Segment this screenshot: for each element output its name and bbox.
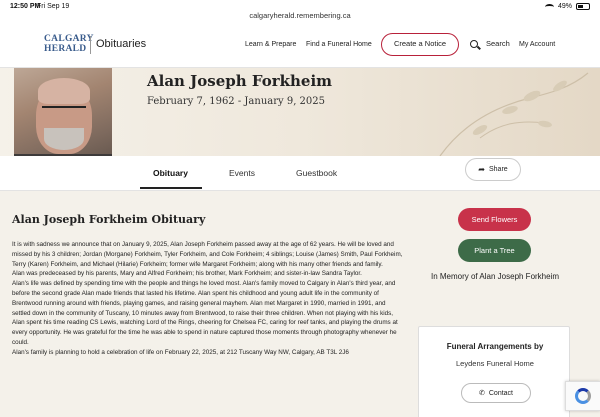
search-icon (470, 39, 478, 48)
share-icon: ➦ (478, 165, 485, 174)
logo-line-1: CALGARY (44, 34, 94, 44)
tab-obituary[interactable]: Obituary (153, 168, 188, 178)
contact-button[interactable]: ✆ Contact (461, 383, 531, 403)
nav-find-funeral-home[interactable]: Find a Funeral Home (306, 41, 372, 48)
tab-events[interactable]: Events (229, 168, 255, 178)
status-icons: 49% (544, 3, 590, 10)
battery-icon (576, 3, 590, 10)
photo-beard (44, 128, 84, 150)
obituary-paragraph: It is with sadness we announce that on J… (12, 241, 403, 268)
search-label: Search (486, 39, 510, 48)
wifi-icon (544, 3, 554, 10)
funeral-home-name[interactable]: Leydens Funeral Home (419, 359, 571, 368)
recaptcha-icon (575, 388, 591, 404)
obituary-paragraph: Alan's life was defined by spending time… (12, 280, 398, 346)
life-dates: February 7, 1962 - January 9, 2025 (147, 96, 325, 107)
send-flowers-button[interactable]: Send Flowers (458, 208, 531, 231)
active-tab-indicator (140, 187, 202, 189)
my-account-link[interactable]: My Account (519, 41, 555, 48)
calgary-herald-logo[interactable]: CALGARY HERALD (44, 34, 94, 54)
site-header: CALGARY HERALD Obituaries Learn & Prepar… (0, 22, 600, 68)
recaptcha-badge[interactable] (565, 381, 600, 411)
section-title[interactable]: Obituaries (96, 38, 146, 50)
photo-head (38, 78, 90, 104)
obituary-title: Alan Joseph Forkheim Obituary (12, 213, 206, 226)
photo-glasses (42, 106, 86, 114)
logo-divider (90, 36, 91, 54)
obituary-paragraph: Alan's family is planning to hold a cele… (12, 348, 349, 356)
obituary-paragraph: Alan was predeceased by his parents, Mar… (12, 270, 362, 278)
address-bar[interactable]: calgaryherald.remembering.ca (0, 11, 600, 20)
search-button[interactable]: Search (470, 39, 510, 48)
obituary-body: It is with sadness we announce that on J… (12, 240, 404, 358)
clock: 12:50 PM (10, 3, 41, 10)
arrangements-title: Funeral Arrangements by (446, 342, 544, 351)
plant-tree-button[interactable]: Plant a Tree (458, 239, 531, 262)
battery-fill (578, 5, 583, 8)
floral-decoration (439, 72, 589, 156)
funeral-arrangements-card: Funeral Arrangements by Leydens Funeral … (418, 326, 570, 417)
create-notice-button[interactable]: Create a Notice (381, 33, 459, 56)
tab-guestbook[interactable]: Guestbook (296, 168, 337, 178)
status-date: Fri Sep 19 (37, 3, 70, 10)
share-label: Share (489, 166, 508, 173)
share-button[interactable]: ➦ Share (465, 158, 521, 181)
deceased-name: Alan Joseph Forkheim (147, 72, 333, 90)
nav-learn-prepare[interactable]: Learn & Prepare (245, 41, 296, 48)
battery-percent: 49% (557, 3, 572, 10)
phone-icon: ✆ (479, 390, 485, 397)
status-bar: 12:50 PM Fri Sep 19 calgaryherald.rememb… (0, 0, 600, 22)
logo-line-2: HERALD (44, 44, 87, 54)
in-memory-text: In Memory of Alan Joseph Forkheim (430, 272, 560, 281)
contact-label: Contact (488, 389, 513, 397)
